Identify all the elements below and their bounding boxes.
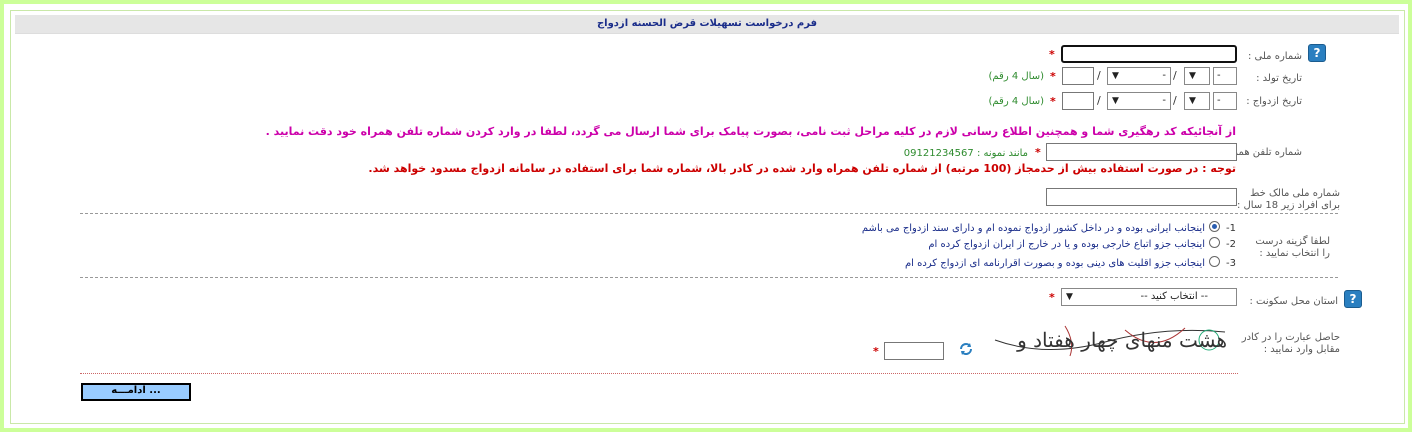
abuse-warning: توجه : در صورت استفاده بیش از حدمجاز (10… [368, 162, 1236, 175]
mobile-label: شماره تلفن همراه : [1218, 147, 1302, 158]
option-number: -1 [1226, 223, 1236, 234]
captcha-image: هشت منهای چهار هفتاد و [985, 322, 1235, 360]
option-label-line2: را انتخاب نمایید : [1259, 248, 1330, 259]
form-frame: فرم درخواست تسهیلات قرض الحسنه ازدواج [0, 0, 1412, 432]
year-hint: (سال 4 رقم) [988, 71, 1044, 82]
option-3-radio[interactable] [1209, 256, 1220, 267]
continue-button[interactable]: ادامـــه ... [81, 383, 191, 401]
refresh-icon[interactable] [959, 342, 973, 356]
option-2-radio[interactable] [1209, 237, 1220, 248]
marriage-year-input[interactable] [1062, 92, 1094, 110]
birth-month-value: - [1162, 70, 1166, 81]
birth-month-toggle[interactable]: ▼ [1184, 67, 1210, 85]
required-star: * [1050, 70, 1056, 83]
captcha-label-line1: حاصل عبارت را در کادر [1241, 332, 1340, 343]
marriage-day-select[interactable]: - [1213, 92, 1237, 110]
birth-day-value: - [1217, 70, 1221, 81]
date-separator: / [1097, 94, 1101, 107]
marriage-day-value: - [1217, 95, 1221, 106]
marriage-date-label: تاریخ ازدواج : [1246, 96, 1302, 107]
year-hint: (سال 4 رقم) [988, 96, 1044, 107]
mobile-input[interactable] [1046, 143, 1237, 161]
owner-id-label-line2: برای افراد زیر 18 سال : [1236, 200, 1340, 211]
national-id-input[interactable] [1061, 45, 1237, 63]
chevron-down-icon: ▼ [1189, 96, 1196, 106]
required-star: * [1049, 291, 1055, 304]
option-1-text[interactable]: اینجانب ایرانی بوده و در داخل کشور ازدوا… [700, 223, 1205, 234]
section-divider [80, 277, 1338, 278]
help-icon[interactable]: ? [1344, 290, 1362, 308]
birth-date-label: تاریخ تولد : [1256, 73, 1302, 84]
required-star: * [873, 345, 879, 358]
option-1-radio[interactable] [1209, 221, 1220, 232]
captcha-label-line2: مقابل وارد نمایید : [1263, 344, 1340, 355]
option-number: -2 [1226, 239, 1236, 250]
help-icon[interactable]: ? [1308, 44, 1326, 62]
tracking-notice: از آنجائیکه کد رهگیری شما و همچنین اطلاع… [265, 125, 1236, 138]
birth-day-select[interactable]: - [1213, 67, 1237, 85]
chevron-down-icon: ▼ [1066, 292, 1073, 302]
owner-id-label-line1: شماره ملی مالک خط [1250, 188, 1340, 199]
date-separator: / [1173, 69, 1177, 82]
province-select[interactable]: ▼ -- انتخاب کنید -- [1061, 288, 1237, 306]
option-number: -3 [1226, 258, 1236, 269]
national-id-label: شماره ملی : [1247, 51, 1302, 62]
date-separator: / [1097, 69, 1101, 82]
option-2-text[interactable]: اینجانب جزو اتباع خارجی بوده و یا در خار… [700, 239, 1205, 250]
marriage-month-select[interactable]: ▼ - [1107, 92, 1171, 110]
section-divider [80, 213, 1338, 214]
marriage-month-value: - [1162, 95, 1166, 106]
required-star: * [1049, 48, 1055, 61]
chevron-down-icon: ▼ [1112, 96, 1119, 106]
section-divider [80, 373, 1238, 374]
chevron-down-icon: ▼ [1112, 71, 1119, 81]
captcha-text: هشت منهای چهار هفتاد و [1017, 328, 1227, 352]
chevron-down-icon: ▼ [1189, 71, 1196, 81]
form-title: فرم درخواست تسهیلات قرض الحسنه ازدواج [15, 15, 1399, 34]
required-star: * [1050, 95, 1056, 108]
date-separator: / [1173, 94, 1177, 107]
province-label: استان محل سکونت : [1249, 296, 1338, 307]
birth-month-select[interactable]: ▼ - [1107, 67, 1171, 85]
required-star: * [1035, 146, 1041, 159]
marriage-month-toggle[interactable]: ▼ [1184, 92, 1210, 110]
province-value: -- انتخاب کنید -- [1140, 291, 1208, 302]
mobile-example: مانند نمونه : 09121234567 [903, 148, 1028, 159]
option-3-text[interactable]: اینجانب جزو اقلیت های دینی بوده و بصورت … [700, 258, 1205, 269]
birth-year-input[interactable] [1062, 67, 1094, 85]
owner-id-input[interactable] [1046, 188, 1237, 206]
captcha-input[interactable] [884, 342, 944, 360]
option-label-line1: لطفا گزینه درست [1255, 236, 1330, 247]
